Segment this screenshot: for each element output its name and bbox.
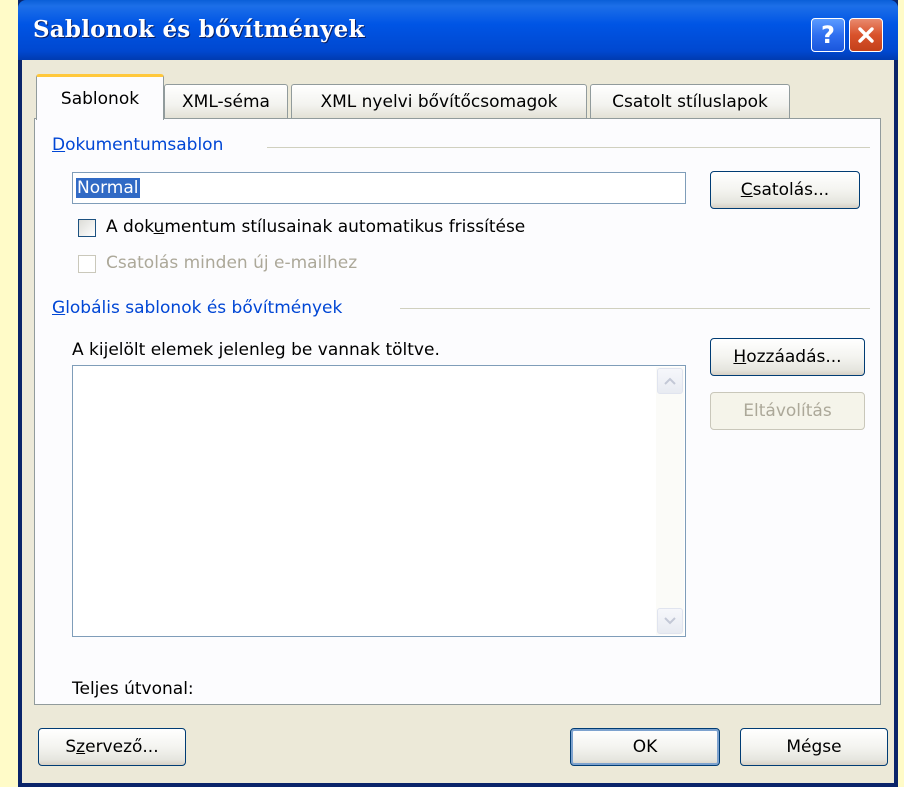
- auto-update-styles-label[interactable]: A dokumentum stílusainak automatikus fri…: [106, 217, 525, 237]
- help-icon: ?: [821, 21, 835, 49]
- template-path-value: Normal: [76, 178, 140, 198]
- template-path-input[interactable]: Normal: [72, 172, 686, 204]
- tab-xml-language-packs[interactable]: XML nyelvi bővítőcsomagok: [291, 84, 587, 118]
- attach-button[interactable]: Csatolás...: [710, 171, 860, 209]
- title-bar[interactable]: Sablonok és bővítmények ?: [18, 0, 898, 60]
- chevron-up-icon: [664, 377, 676, 385]
- dialog-body: Sablonok XML-séma XML nyelvi bővítőcsoma…: [22, 60, 894, 783]
- tab-label: XML-séma: [182, 91, 270, 112]
- auto-update-styles-checkbox[interactable]: [78, 219, 96, 237]
- dialog-window: Sablonok és bővítmények ? Sablonok XML-s…: [18, 0, 898, 787]
- list-scrollbar[interactable]: [656, 367, 684, 635]
- tab-attached-stylesheets[interactable]: Csatolt stíluslapok: [590, 84, 790, 118]
- group-divider: [400, 308, 870, 309]
- attach-to-email-checkbox: [78, 255, 96, 273]
- organizer-button[interactable]: Sz ervező...: [38, 728, 186, 766]
- close-icon: [858, 27, 874, 43]
- tab-sablonok[interactable]: Sablonok: [36, 74, 164, 120]
- group-divider: [267, 147, 870, 148]
- cancel-button[interactable]: Mégse: [740, 728, 888, 766]
- tab-label: XML nyelvi bővítőcsomagok: [320, 91, 558, 112]
- document-template-group-label: Dokumentumsablon: [52, 135, 224, 155]
- ok-button[interactable]: OK: [570, 728, 720, 766]
- loaded-items-description: A kijelölt elemek jelenleg be vannak töl…: [72, 340, 440, 360]
- tab-label: Csatolt stíluslapok: [612, 91, 768, 112]
- global-templates-list[interactable]: [72, 365, 686, 637]
- global-templates-group-label: Globális sablonok és bővítmények: [52, 298, 343, 318]
- remove-button: Eltávolítás: [710, 392, 865, 430]
- close-button[interactable]: [849, 18, 883, 52]
- chevron-down-icon: [664, 617, 676, 625]
- tab-xml-sema[interactable]: XML-séma: [164, 84, 288, 118]
- tab-label: Sablonok: [60, 88, 140, 109]
- scroll-down-button[interactable]: [657, 608, 683, 634]
- scroll-up-button[interactable]: [657, 368, 683, 394]
- full-path-label: Teljes útvonal:: [72, 679, 194, 699]
- help-button[interactable]: ?: [811, 18, 845, 52]
- attach-to-email-label: Csatolás minden új e-mailhez: [106, 253, 358, 273]
- add-button[interactable]: Hozzáadás...: [710, 338, 865, 376]
- dialog-title: Sablonok és bővítmények: [33, 16, 365, 43]
